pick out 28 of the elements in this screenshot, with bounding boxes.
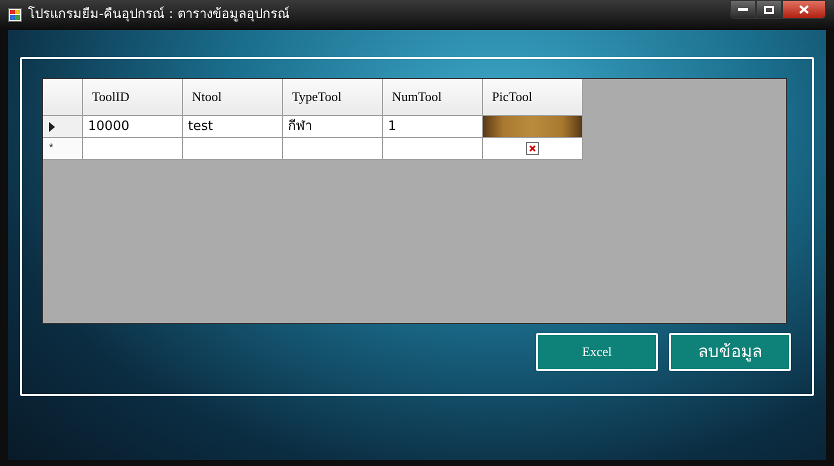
- column-header[interactable]: PicTool: [483, 79, 583, 116]
- maximize-icon: [764, 6, 774, 14]
- current-row-icon: [49, 122, 55, 132]
- table-cell[interactable]: [383, 138, 483, 160]
- table-cell[interactable]: [183, 138, 283, 160]
- table-cell[interactable]: 1: [383, 116, 483, 138]
- close-icon: [799, 5, 809, 14]
- new-row-marker: *: [49, 141, 54, 156]
- row-header[interactable]: [43, 116, 83, 138]
- table-cell[interactable]: [83, 138, 183, 160]
- window-title: โปรแกรมยืม-คืนอุปกรณ์ : ตารางข้อมูลอุปกรณ์: [28, 5, 290, 24]
- minimize-icon: [738, 8, 748, 12]
- column-header[interactable]: TypeTool: [283, 79, 383, 116]
- column-header[interactable]: NumTool: [383, 79, 483, 116]
- delete-button[interactable]: ลบข้อมูล: [669, 333, 791, 371]
- table-cell[interactable]: กีฬา: [283, 116, 383, 138]
- maximize-button[interactable]: [756, 0, 782, 19]
- minimize-button[interactable]: [730, 0, 756, 19]
- table-cell[interactable]: test: [183, 116, 283, 138]
- close-button[interactable]: [782, 0, 826, 19]
- table-cell[interactable]: 10000: [83, 116, 183, 138]
- row-header[interactable]: *: [43, 138, 83, 160]
- app-icon: [8, 8, 22, 22]
- column-header[interactable]: Ntool: [183, 79, 283, 116]
- image-cell[interactable]: [483, 138, 583, 160]
- column-header[interactable]: ToolID: [83, 79, 183, 116]
- table-cell[interactable]: [283, 138, 383, 160]
- excel-button[interactable]: Excel: [536, 333, 658, 371]
